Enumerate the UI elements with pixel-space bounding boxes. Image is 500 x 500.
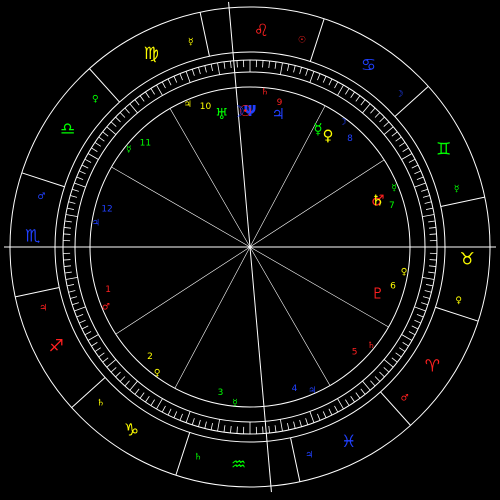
- house-planet-mark: ♄: [261, 88, 269, 98]
- sign-glyph-cancer: ♋: [361, 56, 376, 76]
- ruler-mark: ♄: [194, 453, 202, 463]
- house-number-3: 3: [218, 388, 224, 398]
- sign-glyph-taurus: ♉: [460, 249, 475, 269]
- ruler-mark: ♃: [305, 451, 313, 461]
- house-number-8: 8: [347, 134, 353, 144]
- ruler-mark: ♄: [97, 399, 105, 409]
- house-number-2: 2: [147, 352, 153, 362]
- house-number-6: 6: [390, 281, 396, 291]
- ruler-mark: ☿: [188, 37, 194, 47]
- sign-glyph-leo: ♌: [254, 21, 269, 41]
- sign-glyph-libra: ♎: [60, 120, 75, 140]
- house-planet-mark: ♀: [154, 368, 161, 378]
- sign-glyph-aries: ♈: [425, 356, 440, 376]
- ruler-mark: ☽: [395, 89, 403, 99]
- ruler-mark: ♀: [455, 296, 462, 306]
- ruler-mark: ♀: [92, 95, 99, 105]
- sign-glyph-scorpio: ♏: [25, 227, 40, 247]
- sign-glyph-gemini: ♊: [436, 139, 451, 159]
- planet-saturn: ♄: [371, 191, 384, 209]
- house-planet-mark: ♂: [102, 303, 110, 313]
- house-number-4: 4: [292, 384, 298, 394]
- planet-moon: ☽: [231, 103, 244, 121]
- house-number-7: 7: [389, 201, 395, 211]
- sign-glyph-virgo: ♍: [144, 44, 159, 64]
- ruler-mark: ☿: [454, 185, 460, 195]
- house-number-10: 10: [200, 102, 212, 112]
- ruler-mark: ☉: [298, 35, 306, 45]
- house-planet-mark: ☿: [232, 398, 238, 408]
- sign-glyph-pisces: ♓: [341, 432, 356, 452]
- planet-uranus: ♅: [215, 105, 228, 123]
- house-planet-mark: ♃: [92, 219, 100, 229]
- sign-glyph-capricorn: ♑: [124, 420, 139, 440]
- house-planet-mark: ♀: [401, 267, 408, 277]
- planet-jupiter: ♃: [272, 105, 285, 123]
- house-number-5: 5: [352, 348, 358, 358]
- sign-glyph-sagittarius: ♐: [49, 337, 64, 357]
- house-number-11: 11: [140, 138, 151, 148]
- house-planet-mark: ♄: [367, 341, 375, 351]
- planet-venus: ♀: [323, 127, 334, 145]
- ruler-mark: ♃: [39, 303, 47, 313]
- house-number-1: 1: [105, 285, 111, 295]
- house-planet-mark: ☿: [391, 183, 397, 193]
- astrology-chart-wheel: ♐♑♒♓♈♉♊♋♌♍♎♏ ♃♄♄ ♃♂♀☿☽☉☿♀♂ 123 45678910111…: [0, 0, 500, 500]
- house-planet-mark: ☿: [126, 145, 132, 155]
- ruler-mark: ♂: [37, 192, 45, 202]
- sign-glyph-aquarius: ♒: [231, 455, 246, 475]
- house-planet-mark: ☽: [339, 118, 347, 128]
- planet-mercury: ☿: [313, 120, 322, 138]
- planet-pluto: ♇: [371, 285, 384, 303]
- ruler-mark: ♂: [401, 393, 409, 403]
- house-planet-mark: ♃: [184, 100, 192, 110]
- house-planet-mark: ♃: [308, 386, 316, 396]
- house-number-12: 12: [101, 205, 112, 215]
